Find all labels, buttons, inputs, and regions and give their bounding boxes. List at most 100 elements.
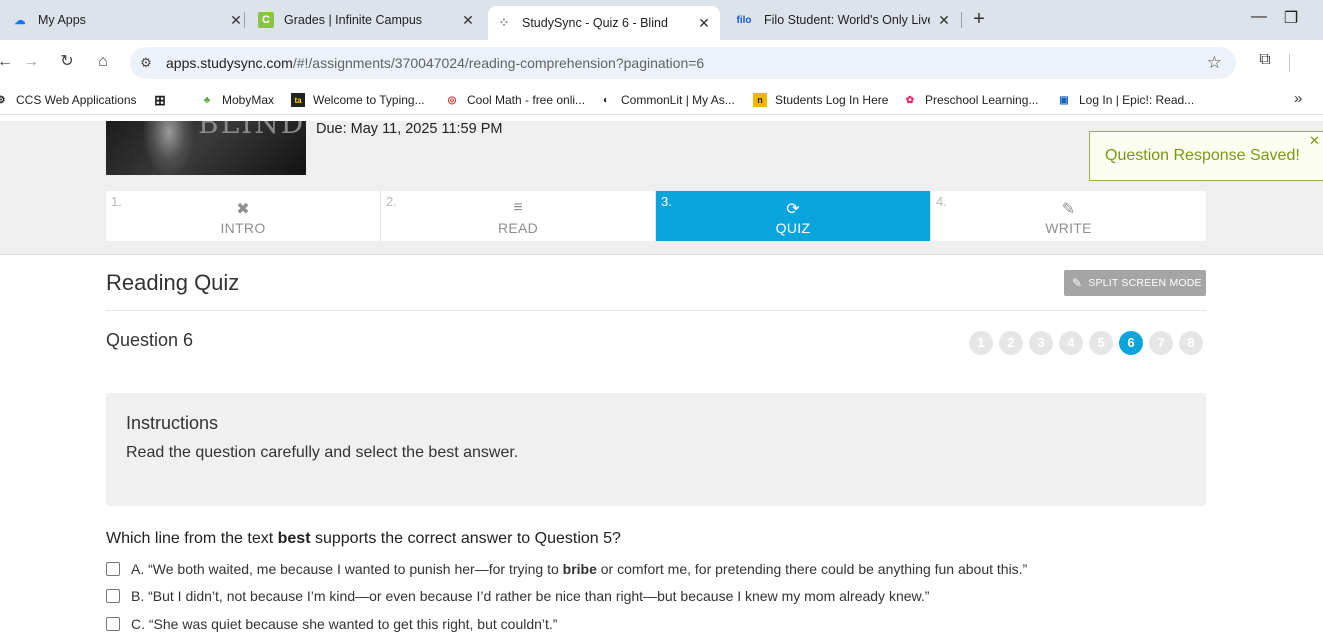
option-text-post: or comfort me, for pretending there coul…	[596, 561, 1028, 577]
apps-icon: ⚙	[0, 94, 6, 106]
bookmark-preschool[interactable]: ✿ Preschool Learning...	[903, 91, 1039, 109]
back-icon[interactable]: ←	[0, 51, 16, 73]
page-button-3[interactable]: 3	[1029, 331, 1053, 355]
browser-toolbar: ← → ↻ ⌂ ⚙ apps.studysync.com/#!/assignme…	[0, 40, 1323, 85]
close-icon[interactable]: ✕	[460, 12, 476, 28]
bookmark-typing[interactable]: ta Welcome to Typing...	[291, 91, 425, 109]
quiz-icon: ⟳	[786, 201, 800, 218]
saved-toast: Question Response Saved! ✕	[1089, 131, 1323, 181]
option-text: B. “But I didn’t, not because I’m kind—o…	[131, 588, 930, 604]
bookmark-students[interactable]: n Students Log In Here	[753, 91, 888, 109]
option-text-pre: A. “We both waited, me because I wanted …	[131, 561, 563, 577]
checkbox[interactable]	[106, 589, 120, 603]
tab-title: StudySync - Quiz 6 - Blind	[522, 16, 668, 30]
split-screen-label: SPLIT SCREEN MODE	[1088, 277, 1202, 289]
answer-option-b[interactable]: B. “But I didn’t, not because I’m kind—o…	[106, 586, 929, 606]
instructions-text: Read the question carefully and select t…	[126, 444, 519, 461]
reload-icon[interactable]: ↻	[56, 51, 78, 73]
tab-separator	[961, 12, 962, 28]
page-button-2[interactable]: 2	[999, 331, 1023, 355]
studysync-icon: ⁘	[498, 15, 510, 30]
toast-message: Question Response Saved!	[1105, 147, 1300, 164]
read-icon: ≡	[513, 199, 523, 216]
toolbar-divider	[1289, 54, 1290, 72]
bookmark-commonlit[interactable]: ◐ CommonLit | My As...	[599, 91, 735, 109]
site-info-icon[interactable]: ⚙	[138, 55, 154, 71]
pencil-icon: ✎	[1061, 201, 1076, 218]
page-button-1[interactable]: 1	[969, 331, 993, 355]
step-read[interactable]: 2. ≡ READ	[381, 191, 656, 241]
checkbox[interactable]	[106, 562, 120, 576]
checkbox[interactable]	[106, 617, 120, 631]
bookmarks-overflow-icon[interactable]: »	[1294, 90, 1302, 107]
option-text: C. “She was quiet because she wanted to …	[131, 616, 558, 632]
cover-title: BLIND	[198, 121, 306, 140]
close-icon[interactable]: ✕	[228, 12, 244, 28]
step-intro[interactable]: 1. ✖ INTRO	[106, 191, 381, 241]
split-screen-button[interactable]: ✎ SPLIT SCREEN MODE	[1064, 270, 1206, 296]
new-tab-button[interactable]: +	[969, 9, 989, 30]
due-date: Due: May 11, 2025 11:59 PM	[316, 121, 503, 137]
mobymax-icon: ♣	[203, 94, 211, 106]
close-icon[interactable]: ✕	[1309, 133, 1320, 149]
extensions-icon[interactable]: ⧉	[1254, 51, 1276, 73]
cover-figure	[144, 121, 194, 175]
step-label: READ	[497, 220, 539, 236]
bookmark-label: CommonLit | My As...	[621, 93, 735, 107]
bookmark-label: MobyMax	[222, 93, 275, 107]
page-button-6[interactable]: 6	[1119, 331, 1143, 355]
bookmark-label: Log In | Epic!: Read...	[1079, 93, 1195, 107]
page-button-5[interactable]: 5	[1089, 331, 1113, 355]
epic-icon: ▣	[1059, 94, 1069, 106]
bookmark-mobymax[interactable]: ♣ MobyMax	[200, 91, 274, 109]
tab-strip: ☁ My Apps ✕ C Grades | Infinite Campus ✕…	[0, 0, 1323, 40]
tab-filo[interactable]: filo Filo Student: World's Only Live ✕	[734, 0, 952, 40]
step-label: WRITE	[1045, 220, 1092, 236]
instructions-heading: Instructions	[126, 413, 219, 433]
apps-grid-icon[interactable]: ⊞	[153, 91, 175, 109]
tab-grades[interactable]: C Grades | Infinite Campus ✕	[258, 0, 476, 40]
close-icon[interactable]: ✕	[936, 12, 952, 28]
bookmark-star-icon[interactable]: ☆	[1207, 53, 1222, 73]
commonlit-icon: ◐	[602, 94, 610, 106]
forward-icon[interactable]: →	[20, 51, 42, 73]
tab-my-apps[interactable]: ☁ My Apps ✕	[12, 0, 244, 40]
question-text: Which line from the text best supports t…	[106, 530, 621, 548]
cloud-icon: ☁	[14, 14, 26, 27]
page-button-4[interactable]: 4	[1059, 331, 1083, 355]
url-host: apps.studysync.com	[166, 55, 293, 71]
tab-title: Grades | Infinite Campus	[284, 13, 423, 27]
home-icon[interactable]: ⌂	[92, 51, 114, 73]
restore-icon[interactable]: ❐	[1279, 8, 1303, 30]
grid-icon: ⊞	[154, 91, 166, 108]
step-quiz[interactable]: 3. ⟳ QUIZ	[656, 191, 931, 241]
instructions-box: Instructions Read the question carefully…	[106, 393, 1206, 506]
address-bar[interactable]: ⚙ apps.studysync.com/#!/assignments/3700…	[130, 47, 1236, 79]
question-pre: Which line from the text	[106, 530, 278, 547]
bookmark-ccs[interactable]: ⚙ CCS Web Applications	[0, 91, 137, 109]
page-button-8[interactable]: 8	[1179, 331, 1203, 355]
bookmark-label: Welcome to Typing...	[313, 93, 425, 107]
minimize-icon[interactable]: —	[1247, 8, 1271, 30]
bookmark-coolmath[interactable]: ◎ Cool Math - free onli...	[445, 91, 585, 109]
tab-studysync[interactable]: ⁘ StudySync - Quiz 6 - Blind ✕	[488, 6, 720, 40]
intro-icon: ✖	[236, 201, 250, 218]
step-write[interactable]: 4. ✎ WRITE	[931, 191, 1206, 241]
bookmark-label: Preschool Learning...	[925, 93, 1039, 107]
url-text[interactable]: apps.studysync.com/#!/assignments/370047…	[166, 55, 704, 71]
answer-option-a[interactable]: A. “We both waited, me because I wanted …	[106, 559, 1027, 579]
students-icon: n	[753, 93, 767, 107]
book-cover-image: BLIND	[106, 121, 306, 175]
assignment-steps: 1. ✖ INTRO 2. ≡ READ 3. ⟳ QUIZ 4. ✎ WRIT…	[106, 191, 1206, 241]
page-button-7[interactable]: 7	[1149, 331, 1173, 355]
bookmark-label: Students Log In Here	[775, 93, 889, 107]
bookmark-epic[interactable]: ▣ Log In | Epic!: Read...	[1057, 91, 1194, 109]
tab-separator	[244, 12, 245, 28]
option-text: A. “We both waited, me because I wanted …	[131, 561, 1027, 577]
close-icon[interactable]: ✕	[696, 15, 712, 31]
answer-option-c[interactable]: C. “She was quiet because she wanted to …	[106, 614, 557, 634]
divider	[106, 310, 1206, 311]
coolmath-icon: ◎	[447, 94, 457, 106]
pencil-icon: ✎	[1072, 276, 1083, 290]
infinite-campus-icon: C	[258, 12, 274, 28]
